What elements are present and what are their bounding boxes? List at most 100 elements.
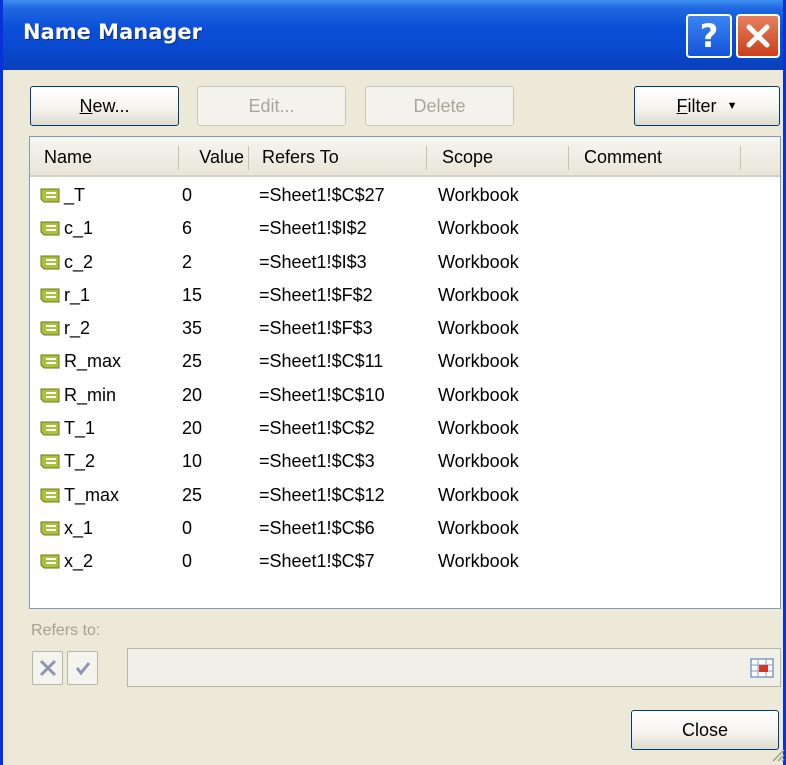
edit-button-label: Edit...	[248, 95, 295, 116]
cell-value: 25	[182, 351, 203, 372]
cell-value: 25	[182, 484, 203, 505]
delete-button[interactable]: Delete	[365, 86, 514, 126]
close-button[interactable]: Close	[631, 710, 779, 750]
list-item[interactable]: _T 0 =Sheet1!$C$27 Workbook	[30, 179, 780, 212]
column-header-refers-to[interactable]: Refers To	[248, 137, 418, 177]
cell-scope: Workbook	[438, 418, 519, 439]
cell-refers-to: =Sheet1!$C$7	[259, 551, 375, 572]
dropdown-arrow-icon: ▼	[726, 100, 738, 112]
close-icon	[746, 24, 770, 48]
delete-button-label: Delete	[413, 95, 466, 116]
list-item[interactable]: x_1 0 =Sheet1!$C$6 Workbook	[30, 512, 780, 545]
cell-scope: Workbook	[438, 484, 519, 505]
cell-refers-to: =Sheet1!$I$3	[259, 251, 367, 272]
cell-refers-to: =Sheet1!$C$6	[259, 517, 375, 538]
resize-grip-icon[interactable]	[771, 748, 785, 762]
filter-button-accel: F	[676, 95, 688, 116]
column-divider[interactable]	[426, 146, 427, 170]
defined-name-icon	[40, 188, 60, 203]
confirm-edit-button[interactable]	[67, 651, 98, 685]
defined-name-icon	[40, 454, 60, 469]
cell-name: x_1	[64, 517, 94, 538]
defined-name-icon	[40, 388, 60, 403]
defined-name-icon	[40, 488, 60, 503]
close-button-label: Close	[681, 719, 729, 740]
list-item[interactable]: c_1 6 =Sheet1!$I$2 Workbook	[30, 212, 780, 245]
cell-name: R_min	[64, 384, 117, 405]
list-item[interactable]: T_2 10 =Sheet1!$C$3 Workbook	[30, 445, 780, 478]
cell-scope: Workbook	[438, 551, 519, 572]
name-manager-dialog: Name Manager ? New... Edit... Delete Fil…	[0, 0, 786, 765]
cell-value: 0	[182, 517, 193, 538]
new-button-label: ew...	[92, 95, 130, 116]
cell-scope: Workbook	[438, 218, 519, 239]
cell-refers-to: =Sheet1!$F$3	[259, 318, 373, 339]
cell-value: 0	[182, 185, 193, 205]
cell-refers-to: =Sheet1!$C$2	[259, 418, 375, 439]
list-item[interactable]: R_min 20 =Sheet1!$C$10 Workbook	[30, 379, 780, 412]
list-item[interactable]: r_1 15 =Sheet1!$F$2 Workbook	[30, 279, 780, 312]
cell-refers-to: =Sheet1!$C$11	[259, 351, 384, 372]
dialog-title: Name Manager	[23, 20, 203, 44]
cell-name: R_max	[64, 351, 122, 372]
cell-scope: Workbook	[438, 284, 519, 305]
cell-value: 10	[182, 451, 203, 472]
cell-value: 0	[182, 551, 193, 572]
new-button-accel: N	[79, 95, 93, 116]
defined-name-icon	[40, 554, 60, 569]
cell-refers-to: =Sheet1!$C$3	[259, 451, 375, 472]
names-list[interactable]: Name Value Refers To Scope Comment _T 0 =S…	[29, 136, 781, 609]
cell-name: r_2	[64, 318, 91, 339]
cancel-edit-button[interactable]	[32, 651, 63, 685]
column-divider[interactable]	[568, 146, 569, 170]
refers-to-field[interactable]	[127, 648, 781, 687]
cell-refers-to: =Sheet1!$C$27	[259, 185, 385, 205]
cell-value: 6	[182, 218, 193, 239]
cell-name: c_2	[64, 251, 94, 272]
cell-name: c_1	[64, 218, 94, 239]
defined-name-icon	[40, 221, 60, 236]
defined-name-icon	[40, 521, 60, 536]
cell-refers-to: =Sheet1!$C$12	[259, 484, 385, 505]
defined-name-icon	[40, 421, 60, 436]
column-divider[interactable]	[740, 146, 741, 170]
cell-name: _T	[64, 185, 86, 205]
cell-value: 35	[182, 318, 203, 339]
cell-scope: Workbook	[438, 517, 519, 538]
cell-refers-to: =Sheet1!$I$2	[259, 218, 367, 239]
column-header-name[interactable]: Name	[30, 137, 178, 177]
cell-scope: Workbook	[438, 318, 519, 339]
cell-scope: Workbook	[438, 251, 519, 272]
help-icon: ?	[699, 17, 719, 55]
column-header-scope[interactable]: Scope	[428, 137, 568, 177]
cell-scope: Workbook	[438, 384, 519, 405]
title-bar[interactable]: Name Manager ?	[3, 0, 783, 70]
filter-button-label: ilter	[687, 95, 717, 116]
column-header-value[interactable]: Value	[178, 137, 248, 177]
list-item[interactable]: T_max 25 =Sheet1!$C$12 Workbook	[30, 479, 780, 512]
list-item[interactable]: x_2 0 =Sheet1!$C$7 Workbook	[30, 545, 780, 578]
list-item[interactable]: r_2 35 =Sheet1!$F$3 Workbook	[30, 312, 780, 345]
defined-name-icon	[40, 321, 60, 336]
list-item[interactable]: T_1 20 =Sheet1!$C$2 Workbook	[30, 412, 780, 445]
cancel-x-icon	[39, 659, 56, 677]
cell-value: 15	[182, 284, 203, 305]
cell-name: T_2	[64, 451, 96, 472]
title-close-button[interactable]	[736, 14, 780, 58]
range-select-button[interactable]	[748, 655, 776, 680]
cell-refers-to: =Sheet1!$F$2	[259, 284, 373, 305]
column-header-comment[interactable]: Comment	[570, 137, 740, 177]
defined-name-icon	[40, 354, 60, 369]
cell-name: T_1	[64, 418, 96, 439]
filter-button[interactable]: Filter ▼	[634, 86, 780, 126]
new-button[interactable]: New...	[30, 86, 179, 126]
help-button[interactable]: ?	[686, 14, 732, 58]
edit-button[interactable]: Edit...	[197, 86, 346, 126]
defined-name-icon	[40, 255, 60, 270]
list-item[interactable]: R_max 25 =Sheet1!$C$11 Workbook	[30, 345, 780, 378]
refers-to-label: Refers to:	[31, 622, 101, 639]
list-item[interactable]: c_2 2 =Sheet1!$I$3 Workbook	[30, 246, 780, 279]
cell-value: 2	[182, 251, 193, 272]
collapse-dialog-icon	[750, 658, 774, 677]
cell-name: r_1	[64, 284, 91, 305]
